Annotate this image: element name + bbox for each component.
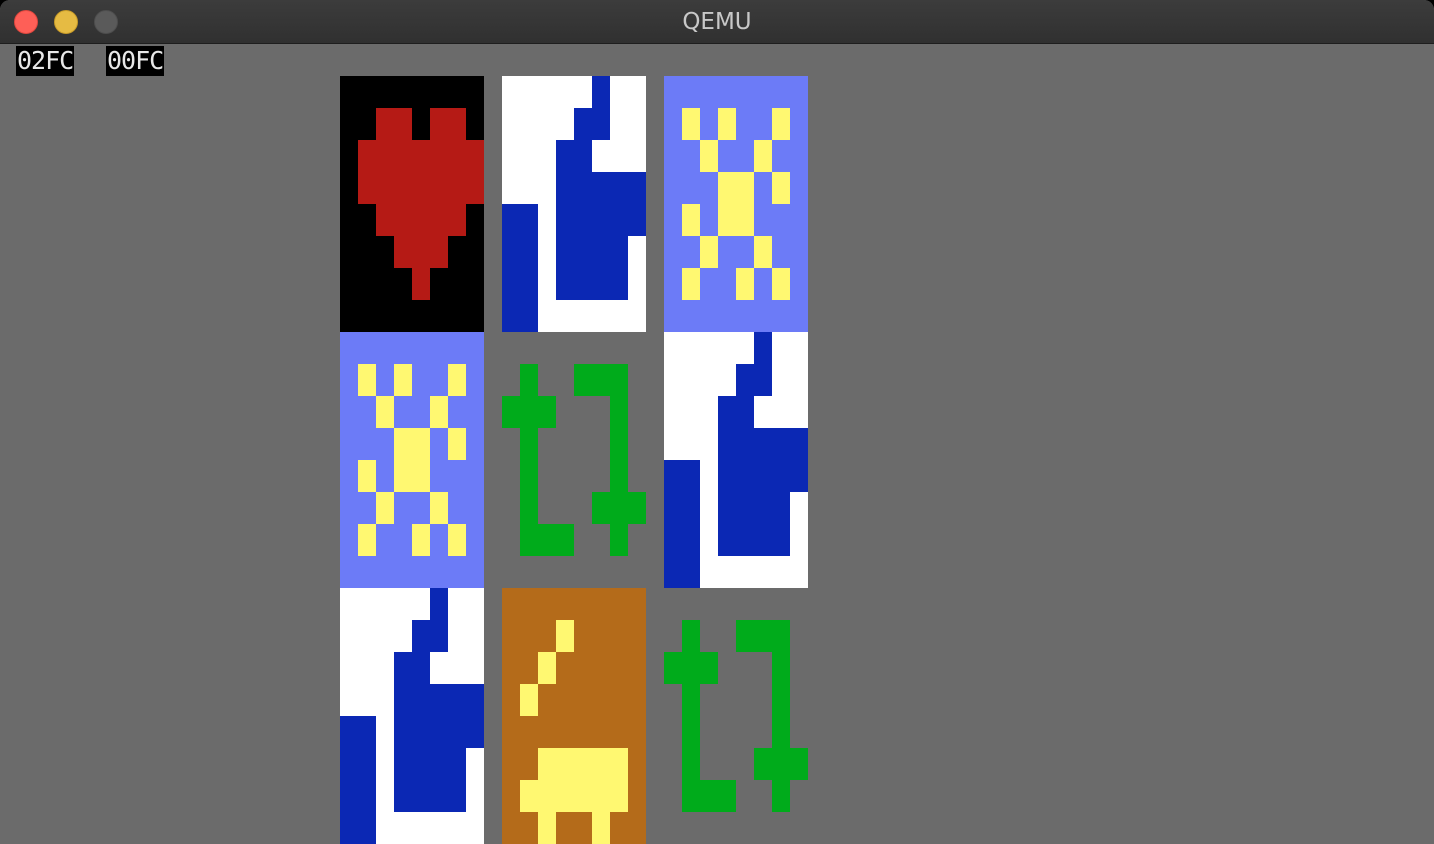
bracket-pixel-block-2	[682, 780, 736, 812]
sun-pixel-block-9	[754, 236, 772, 268]
heart-pixel-block-0	[376, 108, 412, 140]
boot-pixel-block-3	[556, 172, 646, 236]
qemu-window: QEMU 02FC 00FC	[0, 0, 1434, 844]
tile-heart-r1c1	[340, 76, 484, 332]
heart-sprite	[340, 76, 484, 332]
boot-pixel-block-3	[718, 428, 808, 492]
boot-pixel-block-1	[574, 108, 610, 140]
bracket-sprite	[664, 620, 808, 812]
cake-pixel-block-1	[538, 652, 556, 684]
boot-pixel-block-0	[754, 332, 772, 364]
emulator-screen[interactable]: 02FC 00FC	[0, 44, 1434, 844]
title-bar[interactable]: QEMU	[0, 0, 1434, 44]
heart-pixel-block-2	[358, 140, 484, 204]
bracket-pixel-block-5	[754, 748, 808, 780]
sun-pixel-block-1	[718, 108, 736, 140]
sun-pixel-block-10	[358, 524, 376, 556]
sun-pixel-block-6	[718, 172, 754, 236]
sun-pixel-block-0	[682, 108, 700, 140]
sun-pixel-block-5	[772, 172, 790, 204]
tile-boot-r1c2	[502, 76, 646, 332]
sun-pixel-block-11	[412, 524, 430, 556]
boot-pixel-block-3	[394, 684, 484, 748]
boot-pixel-block-4	[718, 492, 790, 556]
cake-pixel-block-5	[538, 812, 556, 844]
sun-pixel-block-7	[358, 460, 376, 492]
tile-sun-r2c1	[340, 332, 484, 588]
tile-cake-r3c2	[502, 588, 646, 844]
cake-pixel-block-3	[538, 748, 628, 780]
sun-pixel-block-4	[754, 140, 772, 172]
sun-pixel-block-12	[772, 268, 790, 300]
sun-pixel-block-6	[394, 428, 430, 492]
boot-pixel-block-0	[592, 76, 610, 108]
sun-pixel-block-4	[430, 396, 448, 428]
tile-boot-r3c1	[340, 588, 484, 844]
bracket-sprite	[502, 364, 646, 556]
tile-boot-r2c3	[664, 332, 808, 588]
sun-pixel-block-9	[430, 492, 448, 524]
heart-pixel-block-1	[430, 108, 466, 140]
boot-pixel-block-1	[736, 364, 772, 396]
bracket-pixel-block-4	[772, 620, 790, 812]
sun-sprite	[340, 332, 484, 588]
boot-pixel-block-4	[556, 236, 628, 300]
boot-sprite	[664, 332, 808, 588]
cake-pixel-block-6	[592, 812, 610, 844]
boot-sprite	[502, 76, 646, 332]
cake-pixel-block-2	[520, 684, 538, 716]
sun-sprite	[664, 76, 808, 332]
bracket-pixel-block-2	[520, 524, 574, 556]
sun-pixel-block-0	[358, 364, 376, 396]
tile-bracket-r2c2	[502, 332, 646, 588]
boot-pixel-block-4	[394, 748, 466, 812]
heart-pixel-block-5	[412, 268, 430, 300]
status-hex-left: 02FC	[16, 46, 74, 76]
sun-pixel-block-2	[772, 108, 790, 140]
bracket-pixel-block-1	[502, 396, 556, 428]
window-title: QEMU	[682, 9, 752, 35]
cake-pixel-block-4	[520, 780, 628, 812]
sun-pixel-block-5	[448, 428, 466, 460]
sun-pixel-block-7	[682, 204, 700, 236]
heart-pixel-block-3	[376, 204, 466, 236]
status-hex-right: 00FC	[106, 46, 164, 76]
boot-pixel-block-2	[718, 396, 754, 428]
boot-pixel-block-2	[394, 652, 430, 684]
tile-sun-r1c3	[664, 76, 808, 332]
sun-pixel-block-12	[448, 524, 466, 556]
boot-pixel-block-5	[502, 204, 538, 332]
sun-pixel-block-2	[448, 364, 466, 396]
sun-pixel-block-8	[376, 492, 394, 524]
sun-pixel-block-11	[736, 268, 754, 300]
boot-pixel-block-5	[340, 716, 376, 844]
boot-pixel-block-2	[556, 140, 592, 172]
heart-pixel-block-4	[394, 236, 448, 268]
sun-pixel-block-8	[700, 236, 718, 268]
bracket-pixel-block-5	[592, 492, 646, 524]
sun-pixel-block-10	[682, 268, 700, 300]
tile-bracket-r3c3	[664, 588, 808, 844]
cake-pixel-block-0	[556, 620, 574, 652]
boot-sprite	[340, 588, 484, 844]
boot-pixel-block-1	[412, 620, 448, 652]
bracket-pixel-block-1	[664, 652, 718, 684]
sun-pixel-block-3	[376, 396, 394, 428]
boot-pixel-block-0	[430, 588, 448, 620]
sun-pixel-block-3	[700, 140, 718, 172]
bracket-pixel-block-4	[610, 364, 628, 556]
boot-pixel-block-5	[664, 460, 700, 588]
cake-sprite	[502, 588, 646, 844]
sun-pixel-block-1	[394, 364, 412, 396]
